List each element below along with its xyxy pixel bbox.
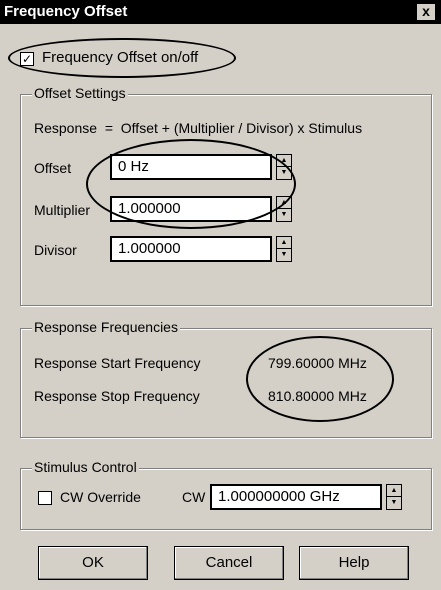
multiplier-input[interactable]: 1.000000 [110,196,272,222]
multiplier-spinner[interactable]: ▲ ▼ [276,196,292,222]
help-button[interactable]: Help [299,546,409,580]
divisor-label: Divisor [34,242,77,258]
spin-up-icon[interactable]: ▲ [277,197,291,209]
spin-down-icon[interactable]: ▼ [277,209,291,221]
spin-down-icon[interactable]: ▼ [277,249,291,261]
spin-up-icon[interactable]: ▲ [277,237,291,249]
cancel-button[interactable]: Cancel [174,546,284,580]
cw-label: CW [182,489,206,505]
formula-text: Response = Offset + (Multiplier / Diviso… [34,120,363,136]
frequency-offset-checkbox[interactable]: ✓ [20,52,34,66]
title-bar: Frequency Offset x [0,0,441,24]
window-title: Frequency Offset [4,3,128,20]
spin-up-icon[interactable]: ▲ [277,155,291,167]
offset-spinner[interactable]: ▲ ▼ [276,154,292,180]
response-stop-value: 810.80000 MHz [268,388,367,404]
frequency-offset-label[interactable]: Frequency Offset on/off [42,49,198,66]
offset-settings-legend: Offset Settings [32,85,128,101]
cw-override-checkbox[interactable] [38,491,52,505]
response-start-value: 799.60000 MHz [268,355,367,371]
offset-input[interactable]: 0 Hz [110,154,272,180]
cw-spinner[interactable]: ▲ ▼ [386,484,402,510]
stimulus-control-legend: Stimulus Control [32,459,139,475]
response-start-label: Response Start Frequency [34,355,201,371]
response-stop-label: Response Stop Frequency [34,388,200,404]
close-button[interactable]: x [417,4,435,20]
spin-down-icon[interactable]: ▼ [387,497,401,509]
spin-up-icon[interactable]: ▲ [387,485,401,497]
ok-button[interactable]: OK [38,546,148,580]
cw-input[interactable]: 1.000000000 GHz [210,484,382,510]
cw-override-label[interactable]: CW Override [60,489,141,505]
response-frequencies-legend: Response Frequencies [32,319,180,335]
response-frequencies-group [20,328,432,438]
spin-down-icon[interactable]: ▼ [277,167,291,179]
multiplier-label: Multiplier [34,202,91,218]
divisor-spinner[interactable]: ▲ ▼ [276,236,292,262]
divisor-input[interactable]: 1.000000 [110,236,272,262]
offset-label: Offset [34,160,72,176]
